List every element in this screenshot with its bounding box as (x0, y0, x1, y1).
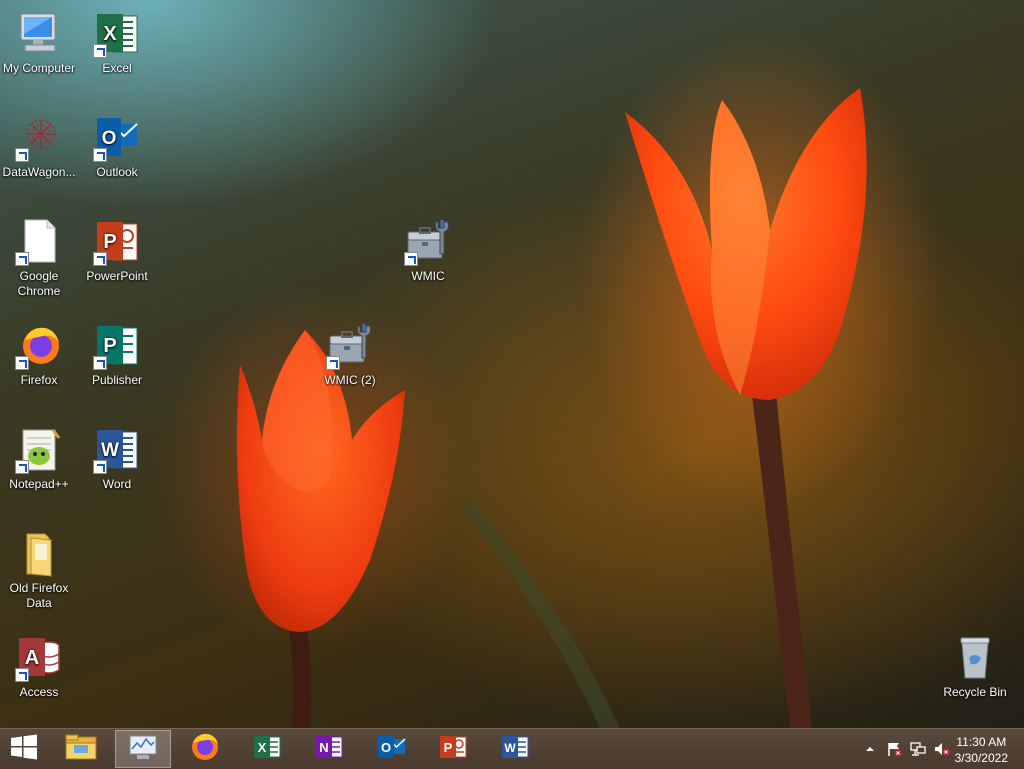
desktop-icon-firefox[interactable]: Firefox (0, 322, 78, 388)
shortcut-arrow-icon (93, 44, 107, 58)
clock-date: 3/30/2022 (954, 751, 1008, 765)
clock-time: 11:30 AM (956, 735, 1007, 749)
shortcut-arrow-icon (93, 252, 107, 266)
svg-text:W: W (101, 440, 119, 461)
monitor-icon (127, 733, 159, 766)
wmic-icon (326, 322, 374, 370)
desktop-icon-label: Firefox (20, 373, 58, 387)
excel-icon: X (252, 734, 282, 765)
svg-text:P: P (444, 740, 453, 755)
desktop-icon-google-chrome[interactable]: Google Chrome (0, 218, 78, 299)
datawagon-icon (15, 114, 63, 162)
desktop-icon-recycle-bin[interactable]: Recycle Bin (936, 634, 1014, 700)
outlook-icon: O (376, 734, 406, 765)
action-center-flag-icon[interactable] (886, 741, 902, 757)
word-icon: W (500, 734, 530, 765)
taskbar-onenote[interactable]: N (301, 730, 357, 768)
taskbar-powerpoint[interactable]: P (425, 730, 481, 768)
folder-icon (15, 530, 63, 578)
svg-text:X: X (103, 23, 117, 45)
desktop-icon-label: WMIC (411, 269, 445, 283)
shortcut-arrow-icon (15, 148, 29, 162)
desktop-icon-datawagon[interactable]: DataWagon... (0, 114, 78, 180)
taskbar-file-explorer[interactable] (53, 730, 109, 768)
shortcut-arrow-icon (326, 356, 340, 370)
shortcut-arrow-icon (15, 460, 29, 474)
desktop-icon-label: Publisher (91, 373, 143, 387)
computer-icon (15, 10, 63, 58)
desktop-icon-outlook[interactable]: O Outlook (78, 114, 156, 180)
svg-text:A: A (25, 647, 39, 669)
desktop-icon-my-computer[interactable]: My Computer (0, 10, 78, 76)
desktop-icon-label: Notepad++ (9, 477, 69, 491)
svg-text:O: O (381, 740, 391, 755)
svg-text:W: W (504, 741, 516, 755)
network-icon[interactable] (910, 741, 926, 757)
desktop-icon-publisher[interactable]: P Publisher (78, 322, 156, 388)
excel-icon: X (93, 10, 141, 58)
shortcut-arrow-icon (93, 356, 107, 370)
shortcut-arrow-icon (93, 148, 107, 162)
desktop-icon-wmic-2[interactable]: WMIC (2) (311, 322, 389, 388)
desktop-icon-label: WMIC (2) (324, 373, 376, 387)
desktop-icon-powerpoint[interactable]: P PowerPoint (78, 218, 156, 284)
desktop-icon-access[interactable]: A Access (0, 634, 78, 700)
desktop-icon-label: DataWagon... (2, 165, 76, 179)
taskbar-outlook[interactable]: O (363, 730, 419, 768)
desktop-icon-label: Google Chrome (17, 269, 61, 298)
recycle-bin-icon (951, 634, 999, 682)
taskbar-excel[interactable]: X (239, 730, 295, 768)
shortcut-arrow-icon (15, 668, 29, 682)
desktop-icon-label: PowerPoint (86, 269, 148, 283)
firefox-icon (190, 732, 220, 767)
desktop-icon-label: Old Firefox Data (9, 581, 69, 610)
desktop-icon-label: Outlook (96, 165, 138, 179)
shortcut-arrow-icon (15, 252, 29, 266)
system-tray: 11:30 AM 3/30/2022 (844, 729, 1024, 769)
svg-text:P: P (103, 231, 116, 253)
access-icon: A (15, 634, 63, 682)
taskbar-system-monitor[interactable] (115, 730, 171, 768)
publisher-icon: P (93, 322, 141, 370)
taskbar: X N O P W 11:30 AM 3/30/2022 (0, 728, 1024, 769)
show-hidden-icons-icon[interactable] (862, 741, 878, 757)
desktop-icon-label: Recycle Bin (943, 685, 1007, 699)
desktop-icon-wmic[interactable]: WMIC (389, 218, 467, 284)
start-button[interactable] (0, 730, 48, 768)
powerpoint-icon: P (93, 218, 141, 266)
desktop-icon-label: Access (19, 685, 59, 699)
svg-text:O: O (102, 128, 117, 149)
clock[interactable]: 11:30 AM 3/30/2022 (955, 734, 1008, 766)
taskbar-word[interactable]: W (487, 730, 543, 768)
desktop-icon-notepadpp[interactable]: Notepad++ (0, 426, 78, 492)
shortcut-arrow-icon (404, 252, 418, 266)
svg-text:N: N (319, 740, 328, 755)
powerpoint-icon: P (438, 734, 468, 765)
blank-file-icon (15, 218, 63, 266)
file-explorer-icon (64, 733, 98, 766)
onenote-icon: N (314, 734, 344, 765)
word-icon: W (93, 426, 141, 474)
desktop-icon-label: Word (102, 477, 132, 491)
taskbar-firefox[interactable] (177, 730, 233, 768)
windows-start-icon (10, 734, 38, 765)
desktop-icon-label: My Computer (2, 61, 76, 75)
desktop-icon-old-firefox-data[interactable]: Old Firefox Data (0, 530, 78, 611)
volume-muted-icon[interactable] (934, 741, 950, 757)
shortcut-arrow-icon (15, 356, 29, 370)
desktop-icon-excel[interactable]: X Excel (78, 10, 156, 76)
svg-text:P: P (103, 335, 116, 357)
shortcut-arrow-icon (93, 460, 107, 474)
firefox-icon (15, 322, 63, 370)
desktop-icon-word[interactable]: W Word (78, 426, 156, 492)
notepadpp-icon (15, 426, 63, 474)
wmic-icon (404, 218, 452, 266)
outlook-icon: O (93, 114, 141, 162)
desktop-icon-label: Excel (102, 61, 132, 75)
svg-text:X: X (258, 740, 267, 755)
